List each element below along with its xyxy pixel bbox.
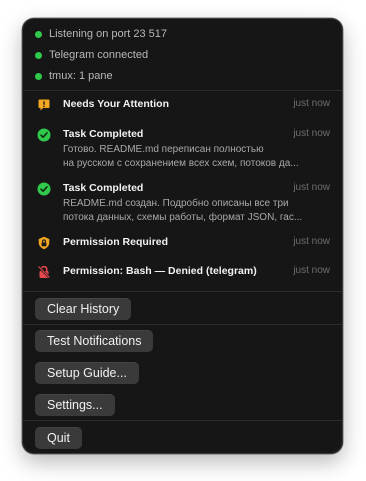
status-dot-icon <box>35 30 42 38</box>
status-dot-icon <box>35 51 42 59</box>
notification-title: Permission: Bash — Denied (telegram) <box>63 265 257 277</box>
checkmark-circle-icon <box>37 128 51 142</box>
notification-body-line: Готово. README.md переписан полностью <box>63 144 264 155</box>
denied-lock-icon <box>37 265 51 279</box>
notification-body-line: README.md создан. Подробно описаны все т… <box>63 198 289 209</box>
notification-time: just now <box>293 98 330 109</box>
notification-time: just now <box>293 128 330 139</box>
notification-time: just now <box>293 236 330 247</box>
test-notifications-button[interactable]: Test Notifications <box>35 330 154 352</box>
status-tmux: tmux: 1 pane <box>35 68 113 84</box>
status-dot-icon <box>35 72 42 80</box>
lock-shield-icon <box>38 236 50 250</box>
clear-history-button[interactable]: Clear History <box>35 298 132 320</box>
divider <box>23 420 342 421</box>
notification-body-line: потока данных, схемы работы, формат JSON… <box>63 212 303 223</box>
checkmark-circle-icon <box>37 182 51 196</box>
notification-item[interactable]: Task Completed just now README.md создан… <box>35 182 330 224</box>
notification-time: just now <box>293 265 330 276</box>
notification-body: Готово. README.md переписан полностью на… <box>63 143 330 171</box>
notification-title: Needs Your Attention <box>63 98 169 110</box>
notification-body: README.md создан. Подробно описаны все т… <box>63 197 330 225</box>
status-text: Listening on port 23 517 <box>49 28 168 40</box>
exclamation-badge-icon <box>38 99 50 111</box>
divider <box>23 291 342 292</box>
divider <box>23 324 342 325</box>
notification-time: just now <box>293 182 330 193</box>
notification-title: Task Completed <box>63 128 144 140</box>
menu-bar-popover: Listening on port 23 517 Telegram connec… <box>22 18 343 454</box>
status-listening: Listening on port 23 517 <box>35 26 167 42</box>
notification-title: Task Completed <box>63 182 144 194</box>
status-text: tmux: 1 pane <box>49 70 113 82</box>
notification-title: Permission Required <box>63 236 169 248</box>
quit-button[interactable]: Quit <box>35 427 82 449</box>
status-telegram: Telegram connected <box>35 47 148 63</box>
divider <box>23 90 342 91</box>
settings-button[interactable]: Settings... <box>35 394 115 416</box>
setup-guide-button[interactable]: Setup Guide... <box>35 362 139 384</box>
notification-item[interactable]: Task Completed just now Готово. README.m… <box>35 128 330 170</box>
status-text: Telegram connected <box>49 49 149 61</box>
notification-body-line: на русском с сохранением всех схем, пото… <box>63 158 299 169</box>
